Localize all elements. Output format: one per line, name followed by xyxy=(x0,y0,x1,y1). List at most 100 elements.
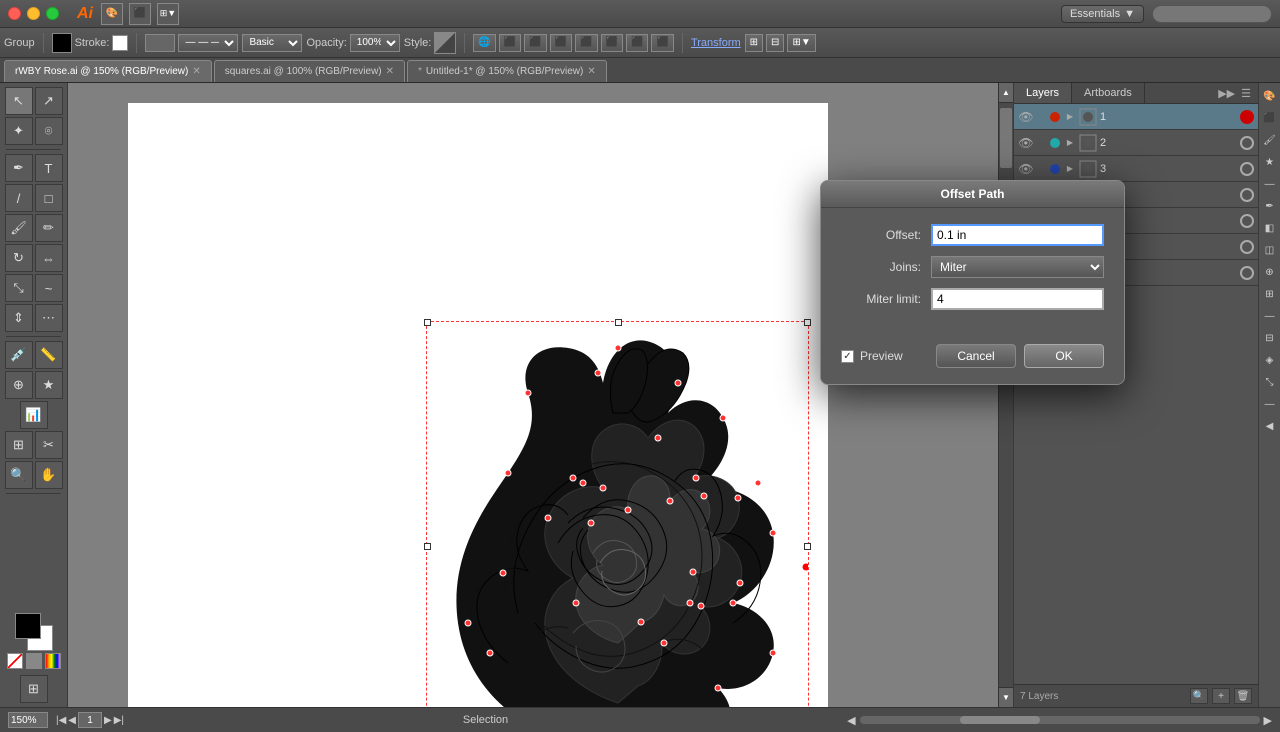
layers-tab[interactable]: Layers xyxy=(1014,83,1072,103)
fill-color-swatch[interactable] xyxy=(15,613,41,639)
artboards-tab[interactable]: Artboards xyxy=(1072,83,1145,103)
pathfinder-btn[interactable]: ◈ xyxy=(1261,351,1279,369)
layer-expand-2[interactable]: ▶ xyxy=(1064,138,1076,147)
offset-input[interactable] xyxy=(931,224,1104,246)
layer-visibility-3[interactable]: 👁 xyxy=(1018,162,1034,176)
transform-panel-btn[interactable]: ⤡ xyxy=(1261,373,1279,391)
nav-first-btn[interactable]: |◀ xyxy=(56,715,66,726)
opacity-select[interactable]: 100% xyxy=(350,34,400,52)
tab-rwby-close[interactable]: ✕ xyxy=(192,66,200,77)
align3-btn[interactable]: ⬛ xyxy=(550,34,572,52)
layer-target-test[interactable] xyxy=(1240,266,1254,280)
search-bar[interactable] xyxy=(1152,5,1272,23)
layer-target-3[interactable] xyxy=(1240,162,1254,176)
hand-tool[interactable]: ✋ xyxy=(35,461,63,489)
gray-swatch[interactable] xyxy=(26,653,42,669)
zoom-input[interactable] xyxy=(8,712,48,728)
rect-tool[interactable]: □ xyxy=(35,184,63,212)
align5-btn[interactable]: ⬛ xyxy=(601,34,623,52)
transform-btn1[interactable]: ⊞ xyxy=(745,34,763,52)
joins-select[interactable]: Miter Round Bevel xyxy=(931,256,1104,278)
lasso-tool[interactable]: ⌾ xyxy=(35,117,63,145)
transparency-btn[interactable]: ◫ xyxy=(1261,241,1279,259)
preview-checkbox[interactable]: ✓ xyxy=(841,350,854,363)
graphic-styles-btn[interactable]: ⊞ xyxy=(1261,285,1279,303)
tab-untitled[interactable]: * Untitled-1* @ 150% (RGB/Preview) ✕ xyxy=(407,60,607,82)
warp-tool[interactable]: ~ xyxy=(35,274,63,302)
scroll-down[interactable]: ▼ xyxy=(999,687,1013,707)
rotate-tool[interactable]: ↻ xyxy=(5,244,33,272)
eyedropper-tool[interactable]: 💉 xyxy=(5,341,33,369)
layer-row-1[interactable]: 👁 ▶ 1 xyxy=(1014,104,1258,130)
workspace-button[interactable]: Essentials ▼ xyxy=(1061,5,1144,23)
slice-tool[interactable]: ✂ xyxy=(35,431,63,459)
scroll-thumb[interactable] xyxy=(1000,108,1012,168)
blend-mode-select[interactable]: Basic xyxy=(242,34,302,52)
panel-menu-btn[interactable]: ☰ xyxy=(1238,87,1254,100)
color-swatch[interactable] xyxy=(45,653,61,669)
direct-select-tool[interactable]: ↗ xyxy=(35,87,63,115)
fill-swatch[interactable] xyxy=(52,33,72,53)
tab-squares[interactable]: squares.ai @ 100% (RGB/Preview) ✕ xyxy=(214,60,405,82)
pencil-tool[interactable]: ✏ xyxy=(35,214,63,242)
nav-prev-btn[interactable]: ◀ xyxy=(68,715,76,726)
layer-target-6[interactable] xyxy=(1240,240,1254,254)
maximize-button[interactable] xyxy=(46,7,59,20)
layer-row-3[interactable]: 👁 ▶ 3 xyxy=(1014,156,1258,182)
layer-expand-3[interactable]: ▶ xyxy=(1064,164,1076,173)
reflect-tool[interactable]: ⇔ xyxy=(35,244,63,272)
none-swatch[interactable] xyxy=(7,653,23,669)
layer-row-2[interactable]: 👁 ▶ 2 xyxy=(1014,130,1258,156)
width-tool[interactable]: ⇕ xyxy=(5,304,33,332)
miter-input[interactable] xyxy=(931,288,1104,310)
swatches-btn[interactable]: ⬛ xyxy=(1261,109,1279,127)
h-scroll-thumb[interactable] xyxy=(960,716,1040,724)
select-tool[interactable]: ↖ xyxy=(5,87,33,115)
align7-btn[interactable]: ⬛ xyxy=(651,34,673,52)
align2-btn[interactable]: ⬛ xyxy=(524,34,546,52)
scroll-right-btn[interactable]: ▶ xyxy=(1264,714,1272,727)
layer-expand-1[interactable]: ▶ xyxy=(1064,112,1076,121)
stroke-width-input[interactable] xyxy=(145,34,175,52)
stroke-swatch[interactable] xyxy=(112,35,128,51)
close-button[interactable] xyxy=(8,7,21,20)
bridge-icon[interactable]: ⬛ xyxy=(129,3,151,25)
layer-target-2[interactable] xyxy=(1240,136,1254,150)
fill-stroke-swatches[interactable] xyxy=(15,613,53,651)
align-btn[interactable]: ⬛ xyxy=(499,34,521,52)
scroll-left-btn[interactable]: ◀ xyxy=(847,714,855,727)
delete-layer-btn[interactable]: 🗑 xyxy=(1234,688,1252,704)
stroke-panel-btn[interactable]: ✒ xyxy=(1261,197,1279,215)
panel-forward-btn[interactable]: ▶▶ xyxy=(1215,87,1238,100)
style-swatch[interactable] xyxy=(434,32,456,54)
column-graph-tool[interactable]: 📊 xyxy=(20,401,48,429)
add-layer-btn[interactable]: + xyxy=(1212,688,1230,704)
layer-visibility-2[interactable]: 👁 xyxy=(1018,136,1034,150)
freeform-tool[interactable]: ⋯ xyxy=(35,304,63,332)
zoom-tool[interactable]: 🔍 xyxy=(5,461,33,489)
brushes-btn[interactable]: 🖌 xyxy=(1261,131,1279,149)
gradient-btn[interactable]: ◧ xyxy=(1261,219,1279,237)
align-panel-btn[interactable]: ⊟ xyxy=(1261,329,1279,347)
blend-tool[interactable]: ⊕ xyxy=(5,371,33,399)
artboard-tool[interactable]: ⊞ xyxy=(5,431,33,459)
horizontal-scrollbar[interactable] xyxy=(860,716,1260,724)
expand-panel-btn[interactable]: ◀ xyxy=(1261,417,1279,435)
transform-btn2[interactable]: ⊟ xyxy=(766,34,784,52)
nav-last-btn[interactable]: ▶| xyxy=(114,715,124,726)
ok-button[interactable]: OK xyxy=(1024,344,1104,368)
vertical-scrollbar[interactable]: ▲ ▼ xyxy=(998,83,1013,707)
layer-target-4[interactable] xyxy=(1240,188,1254,202)
globe-btn[interactable]: 🌐 xyxy=(473,34,495,52)
tab-squares-close[interactable]: ✕ xyxy=(386,66,394,77)
arrange-icon[interactable]: ⊞▼ xyxy=(157,3,179,25)
transform-link[interactable]: Transform xyxy=(691,37,741,49)
magic-wand-tool[interactable]: ✦ xyxy=(5,117,33,145)
scroll-up[interactable]: ▲ xyxy=(999,83,1013,103)
layer-target-1[interactable] xyxy=(1240,110,1254,124)
stroke-profile-select[interactable]: — — — xyxy=(178,34,238,52)
measure-tool[interactable]: 📏 xyxy=(35,341,63,369)
tab-untitled-close[interactable]: ✕ xyxy=(587,66,595,77)
symbol-tool[interactable]: ★ xyxy=(35,371,63,399)
scale-tool[interactable]: ⤡ xyxy=(5,274,33,302)
